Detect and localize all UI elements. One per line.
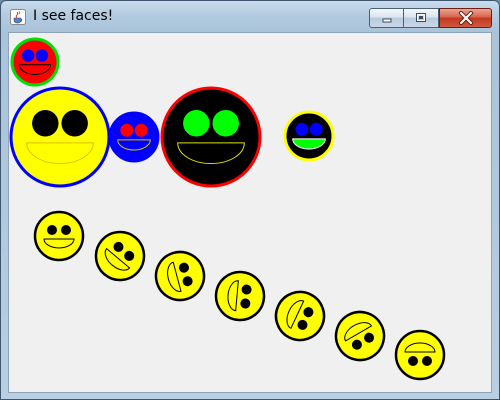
face-small-black: [283, 110, 335, 162]
window-title: I see faces!: [33, 8, 114, 24]
left-eye: [32, 110, 59, 137]
right-eye: [408, 356, 418, 366]
left-eye: [422, 356, 432, 366]
face-head: [214, 270, 266, 322]
rotating-face: [154, 250, 206, 302]
face-head: [160, 86, 262, 188]
face-small-red: [10, 37, 60, 87]
left-eye: [295, 122, 309, 136]
face-small-blue: [108, 111, 160, 163]
right-eye: [212, 110, 239, 137]
close-icon: [458, 11, 473, 25]
rotating-face: [394, 329, 446, 381]
face-head: [154, 250, 206, 302]
face-head: [9, 86, 111, 188]
rotating-face: [274, 290, 326, 342]
rotating-face: [334, 310, 386, 362]
app-window: I see faces!: [0, 0, 500, 400]
left-eye: [183, 110, 210, 137]
left-eye: [21, 49, 35, 62]
minimize-button[interactable]: [369, 8, 404, 28]
faces-scene: [9, 37, 446, 381]
close-button[interactable]: [439, 8, 492, 28]
face-head: [94, 230, 146, 282]
face-large-black: [160, 86, 262, 188]
rotating-face: [94, 230, 146, 282]
right-eye: [35, 49, 49, 62]
right-eye: [61, 225, 71, 235]
face-head: [283, 110, 335, 162]
face-head: [394, 329, 446, 381]
drawing-canvas: [8, 32, 492, 393]
right-eye: [61, 110, 88, 137]
face-head: [108, 111, 160, 163]
face-head: [334, 310, 386, 362]
face-head: [10, 37, 60, 87]
left-eye: [120, 123, 134, 137]
title-bar[interactable]: I see faces!: [1, 1, 499, 32]
rotating-face: [33, 210, 85, 262]
right-eye: [134, 123, 148, 137]
right-eye: [309, 122, 323, 136]
java-cup-icon: [10, 9, 26, 25]
minimize-icon: [382, 18, 391, 23]
face-head: [33, 210, 85, 262]
left-eye: [47, 225, 57, 235]
maximize-icon: [416, 13, 426, 22]
face-large-yellow: [9, 86, 111, 188]
rotating-face: [214, 270, 266, 322]
maximize-button[interactable]: [404, 8, 439, 28]
face-head: [274, 290, 326, 342]
